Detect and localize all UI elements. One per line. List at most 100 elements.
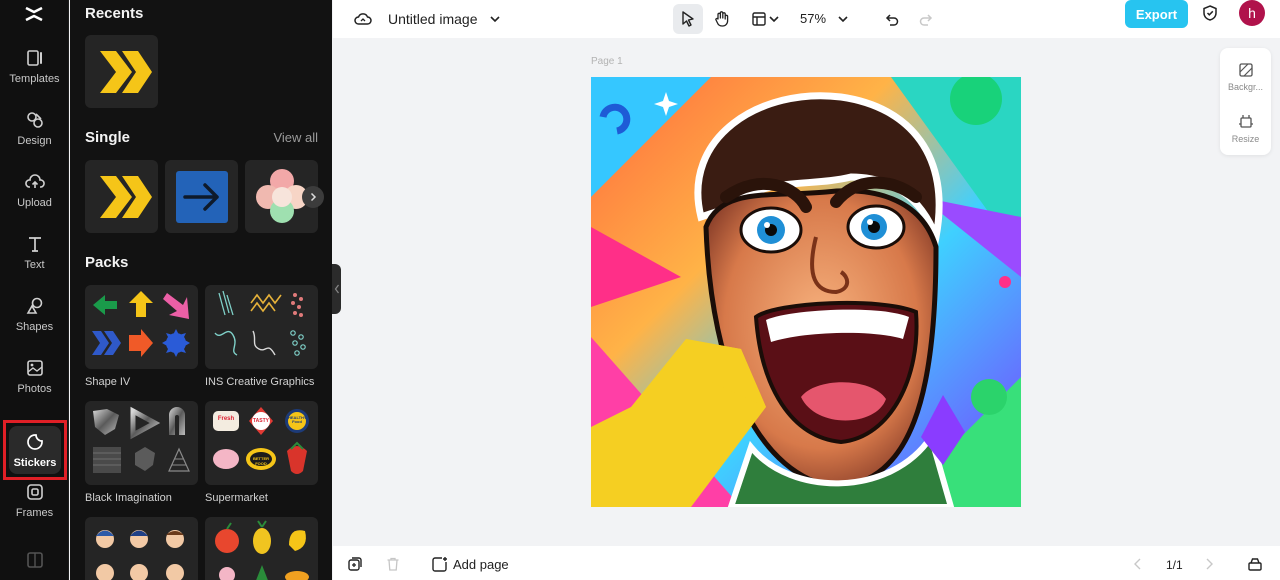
- rail-item-text[interactable]: Text: [0, 222, 69, 282]
- resize-icon: [1238, 115, 1253, 128]
- security-button[interactable]: [1195, 0, 1225, 28]
- rail-item-label: Photos: [17, 382, 52, 395]
- faces-preview-icon: [96, 530, 184, 580]
- packs-title: Packs: [85, 254, 129, 271]
- previous-page-button[interactable]: [1128, 554, 1148, 574]
- pointer-icon: [682, 11, 694, 27]
- rail-item-design[interactable]: Design: [0, 98, 69, 158]
- next-page-button[interactable]: [1199, 554, 1219, 574]
- rail-item-label: Shapes: [15, 320, 54, 333]
- pack-faces[interactable]: [85, 517, 198, 580]
- background-icon: [1238, 63, 1253, 77]
- pack-ins-creative-graphics[interactable]: [205, 285, 318, 369]
- side-tools: Backgr... Resize: [1220, 48, 1271, 155]
- pack-black-imagination[interactable]: [85, 401, 198, 485]
- resize-label: Resize: [1231, 134, 1260, 144]
- add-page-icon: [432, 556, 447, 572]
- cloud-icon: [354, 13, 372, 25]
- top-toolbar: Untitled image 57% Export h: [333, 0, 1280, 38]
- text-icon: [28, 236, 41, 252]
- pack-label: INS Creative Graphics: [205, 376, 315, 388]
- user-avatar[interactable]: h: [1239, 0, 1265, 26]
- shapes-icon: [26, 297, 42, 314]
- rail-item-templates[interactable]: Templates: [0, 36, 69, 96]
- design-icon: [26, 111, 43, 128]
- document-title[interactable]: Untitled image: [388, 11, 478, 27]
- supermarket-preview-icon: [213, 407, 309, 474]
- sticker-single-chevrons[interactable]: [85, 160, 158, 233]
- single-title: Single: [85, 129, 131, 146]
- add-page-button[interactable]: Add page: [431, 554, 509, 574]
- chevron-right-icon: [310, 192, 317, 202]
- chevron-down-icon: [838, 16, 848, 23]
- templates-icon: [26, 49, 42, 66]
- view-all-link[interactable]: View all: [273, 130, 318, 145]
- title-menu-button[interactable]: [480, 4, 510, 34]
- arrow-right-sticker-icon: [175, 170, 228, 223]
- page-manager-button[interactable]: [1245, 554, 1265, 574]
- scroll-right-button[interactable]: [302, 186, 324, 208]
- rail-item-upload[interactable]: Upload: [0, 160, 69, 220]
- undo-icon: [885, 14, 899, 26]
- cartoon-face-image: [591, 77, 1021, 507]
- chevrons-sticker-icon: [99, 175, 152, 218]
- chevron-down-icon: [769, 16, 779, 23]
- bottom-toolbar: Add page 1/1: [333, 546, 1280, 580]
- rail-item-photos[interactable]: Photos: [0, 346, 69, 406]
- hand-icon: [715, 11, 729, 27]
- trash-icon: [387, 557, 399, 571]
- black-imagination-preview-icon: [93, 406, 190, 473]
- pack-fruits[interactable]: [205, 517, 318, 580]
- sticker-single-arrow[interactable]: [165, 160, 238, 233]
- rail-item-label: Text: [24, 258, 45, 271]
- undo-button[interactable]: [877, 4, 907, 34]
- stickers-panel: Recents Single View all Packs Shape IV I…: [70, 0, 332, 580]
- pages-stack-icon: [1248, 558, 1262, 571]
- capcut-logo-icon[interactable]: [22, 2, 46, 26]
- rail-item-more[interactable]: [0, 540, 69, 580]
- delete-page-button[interactable]: [383, 554, 403, 574]
- badge-text: Fresh: [217, 416, 235, 422]
- upload-icon: [24, 173, 45, 188]
- add-page-label: Add page: [453, 556, 509, 572]
- pack-shape-iv[interactable]: [85, 285, 198, 369]
- sticker-recent-chevrons[interactable]: [85, 35, 158, 108]
- duplicate-icon: [348, 557, 362, 571]
- badge-text: TASTY: [252, 418, 270, 424]
- rail-item-frames[interactable]: Frames: [0, 470, 69, 530]
- resize-button[interactable]: Resize: [1220, 106, 1271, 152]
- zoom-menu-button[interactable]: [833, 4, 853, 34]
- background-button[interactable]: Backgr...: [1220, 54, 1271, 100]
- zoom-level[interactable]: 57%: [800, 11, 826, 26]
- page-label: Page 1: [591, 56, 623, 67]
- collapse-panel-handle[interactable]: [332, 264, 341, 314]
- export-button[interactable]: Export: [1125, 0, 1188, 28]
- rail-item-shapes[interactable]: Shapes: [0, 284, 69, 344]
- hand-tool-button[interactable]: [707, 4, 737, 34]
- rail-item-label: Design: [17, 134, 52, 147]
- chevrons-sticker-icon: [99, 50, 152, 93]
- redo-button[interactable]: [911, 4, 941, 34]
- cloud-save-button[interactable]: [348, 4, 378, 34]
- photos-icon: [26, 359, 43, 376]
- canvas-image[interactable]: [591, 77, 1021, 507]
- ins-graphics-preview-icon: [214, 290, 306, 356]
- left-rail: Templates Design Upload Text Shapes Phot…: [0, 0, 69, 580]
- grid-icon: [26, 552, 43, 568]
- recents-title: Recents: [85, 5, 144, 22]
- select-tool-button[interactable]: [673, 4, 703, 34]
- pack-label: Black Imagination: [85, 492, 172, 504]
- rail-item-label: Upload: [17, 196, 52, 209]
- shield-check-icon: [1203, 5, 1217, 21]
- duplicate-page-button[interactable]: [345, 554, 365, 574]
- pack-supermarket[interactable]: Fresh TASTY HEALTHY Food BETTER FOOD: [205, 401, 318, 485]
- fruits-preview-icon: [215, 520, 309, 580]
- badge-text: BETTER FOOD: [253, 456, 269, 466]
- redo-icon: [919, 14, 933, 26]
- chevron-left-icon: [334, 284, 339, 294]
- chevron-down-icon: [490, 16, 500, 23]
- pack-label: Supermarket: [205, 492, 268, 504]
- chevron-left-icon: [1134, 558, 1141, 570]
- background-label: Backgr...: [1227, 82, 1263, 92]
- layout-menu-button[interactable]: [764, 4, 784, 34]
